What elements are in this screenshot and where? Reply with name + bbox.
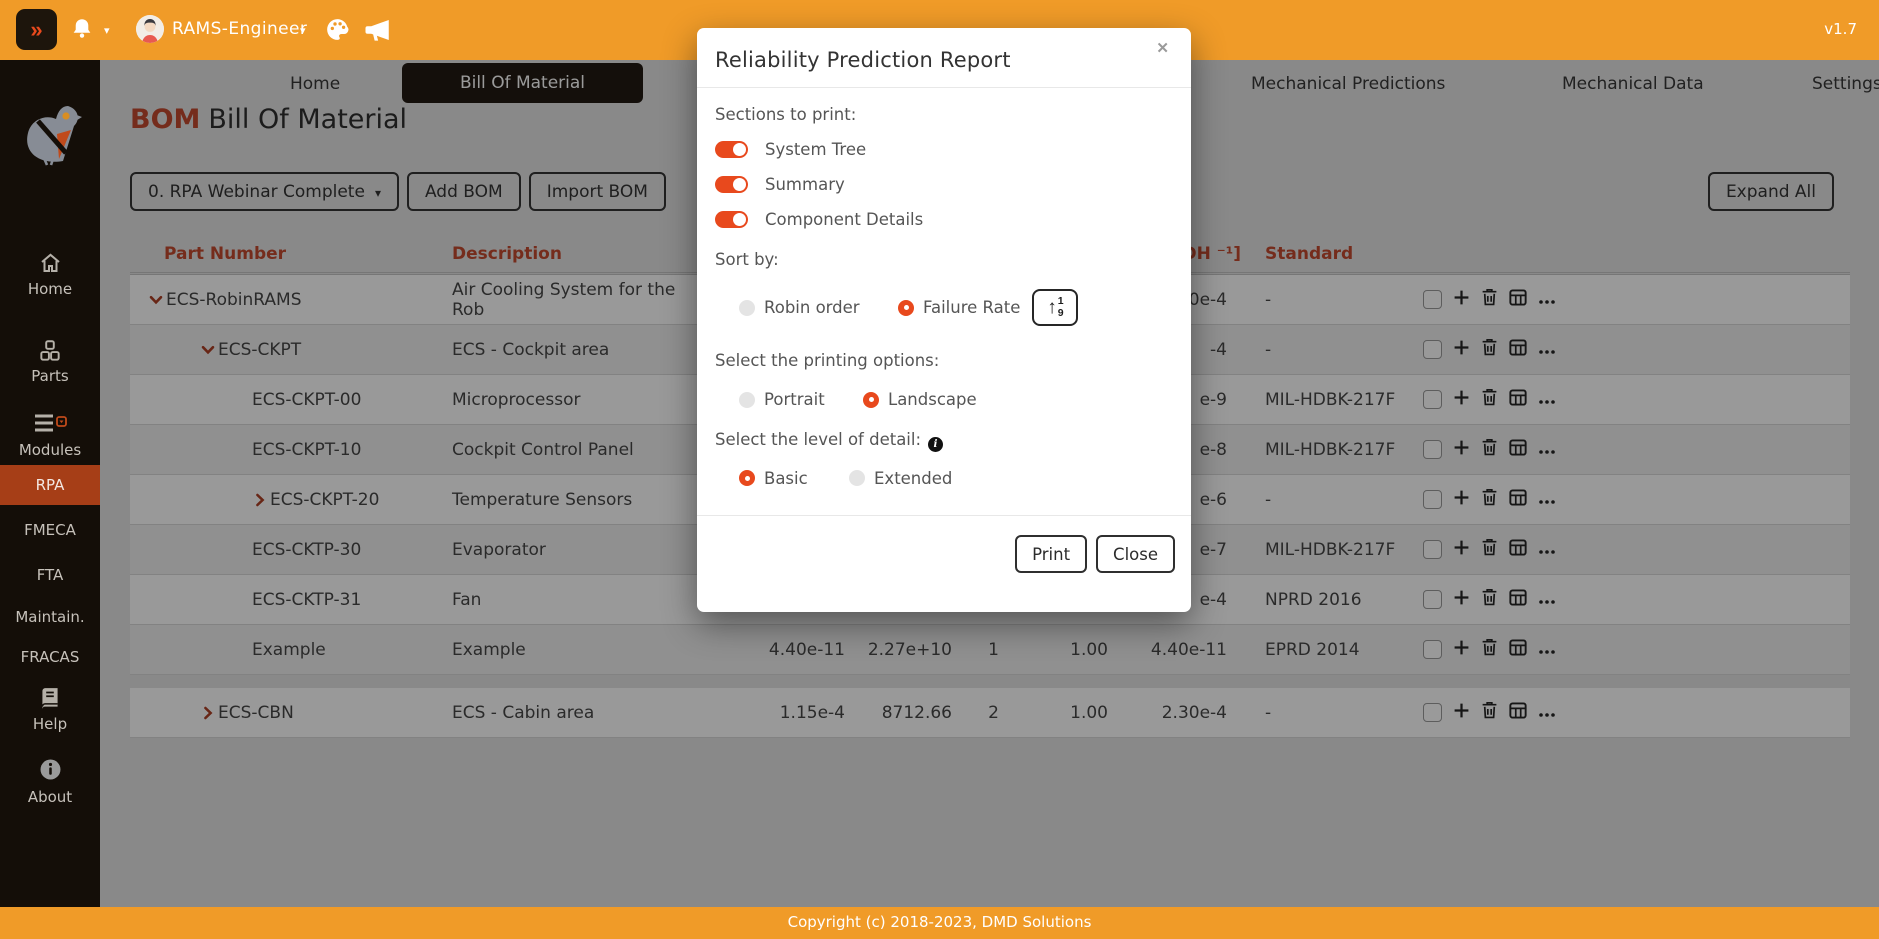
sidebar-item-home[interactable]: Home [0,251,100,298]
modal-close-button[interactable]: Close [1096,535,1175,573]
sidebar-item-fracas[interactable]: FRACAS [0,648,100,666]
sections-label: Sections to print: [715,105,1173,124]
toggle-label: Component Details [765,210,923,229]
palette-icon[interactable] [324,16,351,47]
toggle-label: System Tree [765,140,866,159]
sidebar-collapse-button[interactable]: » [16,9,57,50]
modules-list-icon [0,412,100,438]
radio-failure-rate[interactable]: Failure Rate [898,298,1020,317]
radio-button[interactable] [849,470,865,486]
sidebar-item-label: About [0,788,100,806]
radio-label: Extended [874,469,952,488]
footer-bar: Copyright (c) 2018-2023, DMD Solutions [0,907,1879,939]
sidebar-item-fmeca[interactable]: FMECA [0,521,100,539]
radio-portrait[interactable]: Portrait [739,390,863,409]
sort-radio-group: Robin order Failure Rate ↑19 [715,289,1173,326]
detail-radio-group: Basic Extended [715,469,1173,488]
radio-button[interactable] [739,300,755,316]
help-book-icon [0,686,100,712]
sidebar-item-modules[interactable]: Modules [0,412,100,459]
sort-label: Sort by: [715,250,1173,269]
radio-basic[interactable]: Basic [739,469,849,488]
robin-logo [18,100,82,170]
sidebar-item-label: Home [0,280,100,298]
sidebar-item-label: FTA [37,566,64,584]
caret-down-icon[interactable]: ▾ [104,24,110,37]
copyright-text: Copyright (c) 2018-2023, DMD Solutions [788,913,1092,931]
radio-robin-order[interactable]: Robin order [739,298,898,317]
toggle-label: Summary [765,175,845,194]
sidebar-item-label: Parts [0,367,100,385]
home-icon [0,251,100,277]
toggle-row: Component Details [715,210,1173,229]
megaphone-icon[interactable] [362,15,393,49]
bell-icon[interactable] [69,16,95,47]
radio-label: Failure Rate [923,298,1020,317]
sidebar-item-label: FRACAS [21,648,80,666]
print-button[interactable]: Print [1015,535,1087,573]
sidebar-item-label: Help [0,715,100,733]
radio-label: Portrait [764,390,825,409]
radio-button[interactable] [739,470,755,486]
sidebar-item-parts[interactable]: Parts [0,338,100,385]
printing-radio-group: Portrait Landscape [715,390,1173,409]
radio-extended[interactable]: Extended [849,469,952,488]
sidebar-item-label: Modules [0,441,100,459]
radio-label: Basic [764,469,808,488]
toggle-switch[interactable] [715,141,748,158]
modal-body: Sections to print: System Tree Summary Com… [697,105,1191,488]
sidebar-item-rpa[interactable]: RPA [0,465,100,505]
toggle-row: Summary [715,175,1173,194]
radio-button[interactable] [863,392,879,408]
caret-down-icon[interactable]: ▾ [300,24,306,37]
radio-landscape[interactable]: Landscape [863,390,977,409]
avatar[interactable] [136,15,164,43]
printing-label: Select the printing options: [715,351,1173,370]
radio-button[interactable] [739,392,755,408]
radio-label: Landscape [888,390,977,409]
modal-header: Reliability Prediction Report ✕ [697,28,1191,88]
sidebar-item-help[interactable]: Help [0,686,100,733]
sidebar-item-maintain[interactable]: Maintain. [0,608,100,626]
numeric-sort-ascending-icon[interactable]: ↑19 [1032,289,1078,326]
sidebar-item-label: Maintain. [15,608,84,626]
reliability-report-modal: Reliability Prediction Report ✕ Sections… [697,28,1191,612]
toggle-switch[interactable] [715,211,748,228]
radio-label: Robin order [764,298,860,317]
modal-title: Reliability Prediction Report [715,48,1173,72]
toggle-switch[interactable] [715,176,748,193]
parts-cubes-icon [0,338,100,364]
about-info-icon [0,759,100,785]
user-name[interactable]: RAMS-Engineer [172,19,307,39]
app-version: v1.7 [1824,20,1857,38]
sidebar: Home Parts Modules RPA FMECA FTA Maintain. FRAC… [0,60,100,907]
sidebar-item-label: FMECA [24,521,76,539]
close-icon[interactable]: ✕ [1150,38,1175,58]
sidebar-item-about[interactable]: About [0,759,100,806]
sidebar-item-label: RPA [36,476,65,494]
detail-label: Select the level of detail:i [715,430,1173,452]
radio-button[interactable] [898,300,914,316]
sidebar-item-fta[interactable]: FTA [0,566,100,584]
info-icon[interactable]: i [928,437,943,452]
modal-footer: Print Close [697,515,1191,612]
toggle-row: System Tree [715,140,1173,159]
